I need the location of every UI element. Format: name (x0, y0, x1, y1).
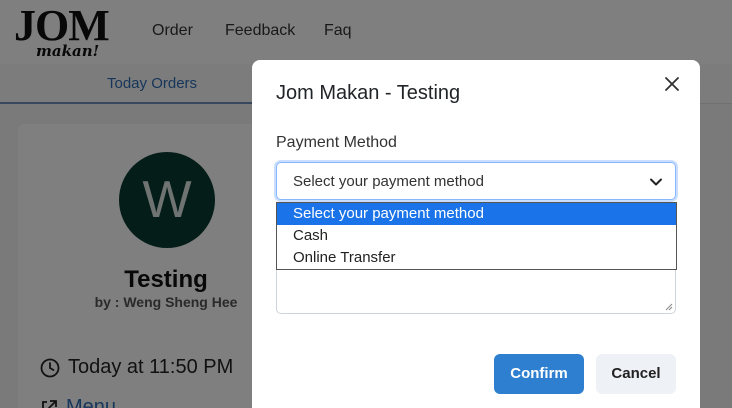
option-cash[interactable]: Cash (277, 225, 676, 247)
option-online-transfer[interactable]: Online Transfer (277, 247, 676, 269)
payment-method-select[interactable]: Select your payment method (276, 162, 676, 200)
close-icon (665, 77, 679, 91)
resize-grip-icon[interactable] (665, 303, 673, 311)
select-value: Select your payment method (293, 173, 484, 190)
cancel-button[interactable]: Cancel (596, 354, 676, 394)
option-select-payment[interactable]: Select your payment method (277, 203, 676, 225)
chevron-down-icon (650, 178, 662, 186)
confirm-button[interactable]: Confirm (494, 354, 584, 394)
close-button[interactable] (660, 72, 684, 96)
payment-method-label: Payment Method (276, 134, 397, 151)
modal-title: Jom Makan - Testing (276, 82, 461, 104)
payment-method-dropdown: Select your payment method Cash Online T… (276, 202, 677, 270)
payment-modal: Jom Makan - Testing Payment Method Selec… (252, 60, 700, 408)
